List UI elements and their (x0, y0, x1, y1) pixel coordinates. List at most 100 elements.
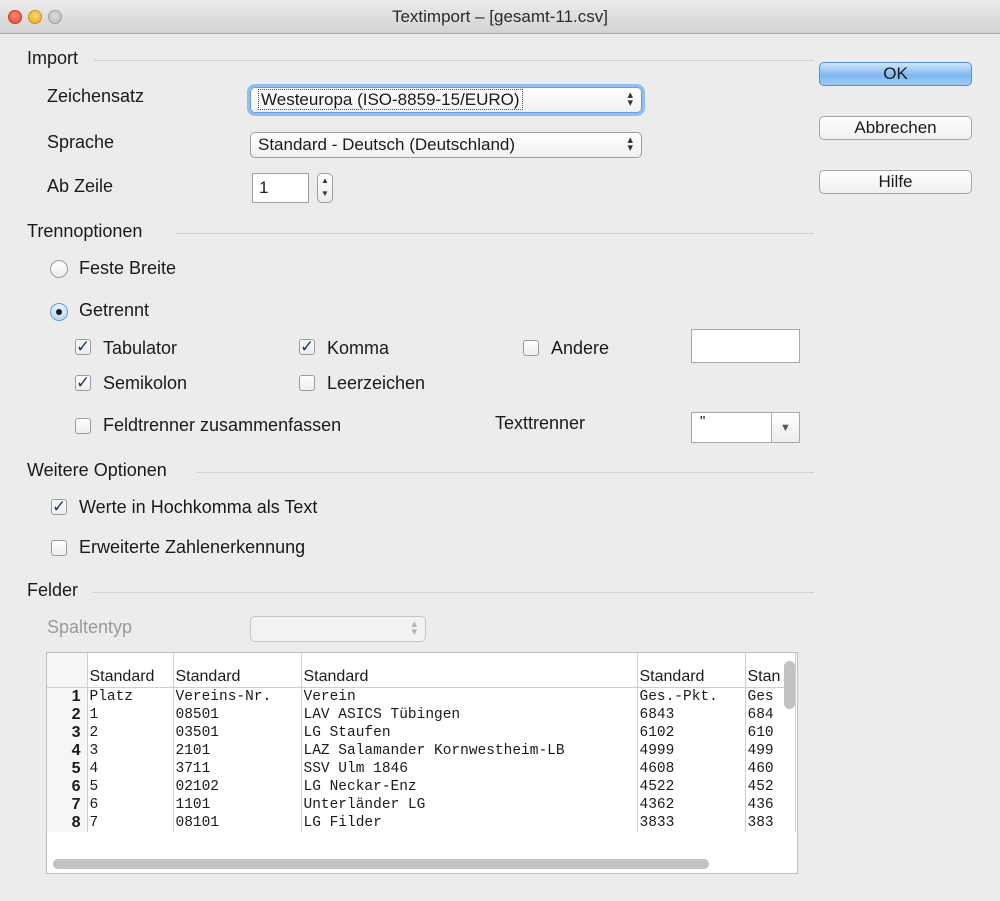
comma-checkbox[interactable]: ✓ (299, 338, 315, 355)
table-cell: 3711 (173, 759, 302, 778)
tab-checkbox[interactable]: ✓ (75, 338, 91, 355)
tab-label: Tabulator (103, 338, 178, 358)
table-cell: 1 (87, 705, 174, 724)
column-type-select[interactable]: ▴ ▾ (250, 616, 426, 642)
textimport-dialog: Textimport – [gesamt-11.csv] OK Abbreche… (0, 0, 1000, 901)
quoted-as-text-checkbox[interactable]: ✓ (51, 498, 67, 515)
row-number: 7 (47, 795, 88, 814)
from-row-input[interactable]: 1 (252, 173, 309, 203)
chevron-down-icon[interactable]: ▼ (771, 413, 799, 442)
corner-cell (47, 653, 88, 688)
table-cell: LG Filder (301, 813, 638, 832)
column-header[interactable]: Standard (301, 653, 638, 688)
ok-button[interactable]: OK (819, 62, 972, 86)
table-cell: 4362 (637, 795, 746, 814)
table-cell: 1101 (173, 795, 302, 814)
table-cell: 4 (87, 759, 174, 778)
table-row: 1 Platz Vereins-Nr. Verein Ges.-Pkt. Ges (47, 687, 796, 706)
cancel-button[interactable]: Abbrechen (819, 116, 972, 140)
quoted-as-text-label: Werte in Hochkomma als Text (79, 497, 318, 517)
charset-select[interactable]: Westeuropa (ISO-8859-15/EURO) ▴ ▾ (250, 87, 642, 113)
table-cell: Verein (301, 687, 638, 706)
column-header[interactable]: Standard (173, 653, 302, 688)
table-cell: 4608 (637, 759, 746, 778)
import-heading: Import (27, 48, 79, 68)
from-row-label: Ab Zeile (47, 176, 114, 196)
table-cell: 02102 (173, 777, 302, 796)
table-cell: 4999 (637, 741, 746, 760)
comma-label: Komma (327, 338, 390, 358)
other-label: Andere (551, 338, 610, 358)
separated-radio[interactable] (50, 303, 68, 321)
table-cell: 452 (745, 777, 796, 796)
table-cell: 3 (87, 741, 174, 760)
table-cell: 5 (87, 777, 174, 796)
horizontal-scrollbar[interactable] (53, 859, 709, 869)
table-cell: LAV ASICS Tübingen (301, 705, 638, 724)
table-row: 2 1 08501 LAV ASICS Tübingen 6843 684 (47, 705, 796, 724)
preview-table[interactable]: Standard Standard Standard Standard Stan… (46, 652, 798, 874)
preview-grid: Standard Standard Standard Standard Stan… (47, 653, 796, 832)
space-label: Leerzeichen (327, 373, 426, 393)
row-number: 4 (47, 741, 88, 760)
header-row: Standard Standard Standard Standard Stan (47, 653, 796, 688)
vertical-scrollbar[interactable] (784, 661, 795, 709)
table-cell: Unterländer LG (301, 795, 638, 814)
extended-numbers-checkbox[interactable] (51, 540, 67, 556)
charset-label: Zeichensatz (47, 86, 145, 106)
import-divider (94, 60, 814, 61)
from-row-stepper[interactable]: ▲ ▼ (317, 173, 333, 203)
table-cell: 08501 (173, 705, 302, 724)
row-number: 1 (47, 687, 88, 706)
fixed-width-radio[interactable] (50, 260, 68, 278)
row-number: 5 (47, 759, 88, 778)
table-cell: 499 (745, 741, 796, 760)
table-cell: Platz (87, 687, 174, 706)
separated-label: Getrennt (79, 300, 150, 320)
row-number: 3 (47, 723, 88, 742)
up-down-arrows-icon: ▴ ▾ (627, 134, 633, 154)
fields-heading: Felder (27, 580, 79, 600)
table-cell: 436 (745, 795, 796, 814)
title-bar: Textimport – [gesamt-11.csv] (0, 0, 1000, 34)
column-header[interactable]: Standard (637, 653, 746, 688)
semicolon-label: Semikolon (103, 373, 188, 393)
text-delimiter-value: " (700, 413, 706, 430)
table-row: 6 5 02102 LG Neckar-Enz 4522 452 (47, 777, 796, 796)
row-number: 6 (47, 777, 88, 796)
column-header[interactable]: Standard (87, 653, 174, 688)
table-cell: 6 (87, 795, 174, 814)
more-options-divider (197, 472, 814, 473)
language-value: Standard - Deutsch (Deutschland) (258, 135, 516, 154)
table-row: 4 3 2101 LAZ Salamander Kornwestheim-LB … (47, 741, 796, 760)
table-cell: LG Neckar-Enz (301, 777, 638, 796)
space-checkbox[interactable] (299, 375, 315, 391)
table-row: 8 7 08101 LG Filder 3833 383 (47, 813, 796, 832)
table-cell: 460 (745, 759, 796, 778)
fixed-width-label: Feste Breite (79, 258, 177, 278)
table-cell: 08101 (173, 813, 302, 832)
semicolon-checkbox[interactable]: ✓ (75, 374, 91, 391)
table-cell: 610 (745, 723, 796, 742)
separator-heading: Trennoptionen (27, 221, 143, 241)
table-cell: LG Staufen (301, 723, 638, 742)
merge-delimiters-checkbox[interactable] (75, 418, 91, 434)
help-button[interactable]: Hilfe (819, 170, 972, 194)
row-number: 2 (47, 705, 88, 724)
table-cell: 3833 (637, 813, 746, 832)
language-label: Sprache (47, 132, 115, 152)
charset-value: Westeuropa (ISO-8859-15/EURO) (258, 89, 523, 110)
table-cell: Ges.-Pkt. (637, 687, 746, 706)
table-row: 5 4 3711 SSV Ulm 1846 4608 460 (47, 759, 796, 778)
fields-divider (93, 592, 814, 593)
column-type-label: Spaltentyp (47, 617, 133, 637)
table-cell: SSV Ulm 1846 (301, 759, 638, 778)
text-delimiter-combo[interactable]: " ▼ (691, 412, 800, 443)
other-checkbox[interactable] (523, 340, 539, 356)
other-separator-input[interactable] (691, 329, 800, 363)
language-select[interactable]: Standard - Deutsch (Deutschland) ▴ ▾ (250, 132, 642, 158)
table-cell: 6102 (637, 723, 746, 742)
table-cell: 4522 (637, 777, 746, 796)
separator-divider (176, 233, 814, 234)
table-cell: 7 (87, 813, 174, 832)
